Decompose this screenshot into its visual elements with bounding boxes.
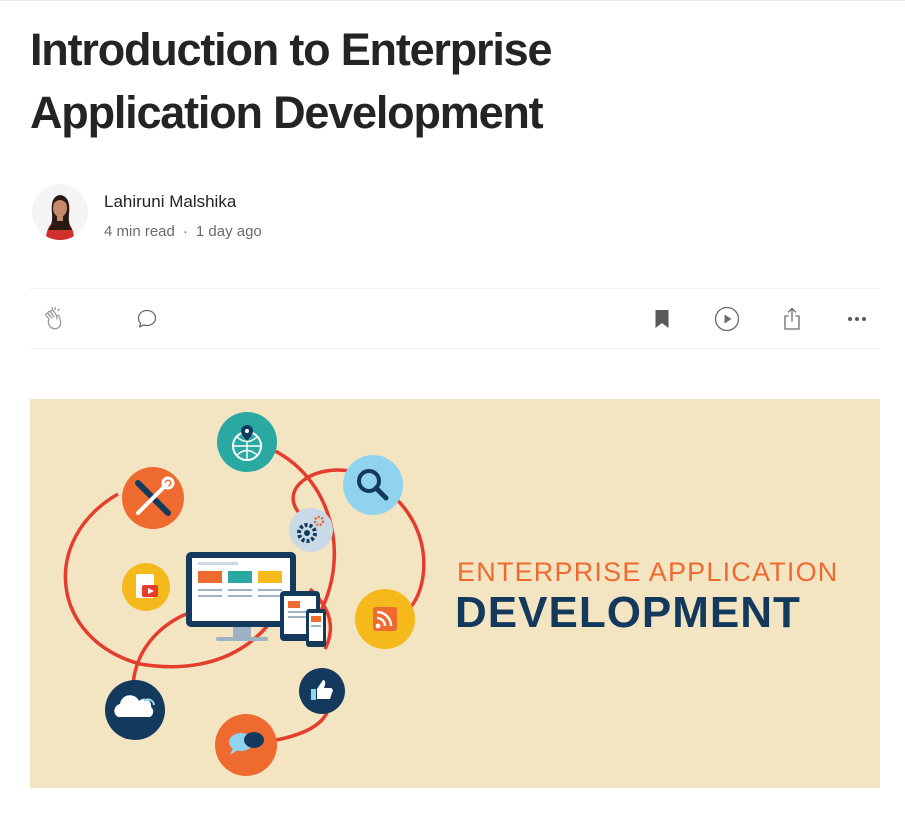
article-title: Introduction to Enterprise Application D… [30, 24, 553, 138]
comment-button[interactable] [134, 306, 160, 332]
hero-illustration: ENTERPRISE APPLICATION DEVELOPMENT [63, 412, 839, 776]
desktop-computer-icon [186, 552, 296, 641]
speech-bubble-icon [137, 309, 157, 328]
gears-icon [289, 508, 333, 552]
author-name[interactable]: Lahiruni Malshika [104, 192, 236, 212]
avatar-image [32, 184, 88, 240]
media-file-icon [122, 563, 170, 611]
mobile-devices-icon [280, 591, 326, 647]
action-bar-top-divider [30, 288, 880, 289]
hero-title: DEVELOPMENT [455, 588, 801, 637]
author-avatar[interactable] [32, 184, 88, 240]
search-icon [343, 455, 403, 515]
listen-button[interactable] [713, 305, 741, 333]
publish-date: 1 day ago [195, 223, 262, 240]
globe-location-icon [217, 412, 277, 472]
clap-icon [45, 306, 62, 330]
rss-feed-icon [355, 589, 415, 649]
share-button[interactable] [778, 304, 806, 334]
read-time: 4 min read [104, 223, 175, 240]
hero-subtitle: ENTERPRISE APPLICATION [457, 557, 839, 587]
bookmark-button[interactable] [650, 306, 674, 332]
action-bar-bottom-divider [30, 348, 880, 349]
meta-separator: · [182, 223, 188, 240]
clap-button[interactable] [40, 305, 70, 333]
chat-bubbles-icon [215, 714, 277, 776]
share-icon [784, 307, 800, 330]
thumbs-up-icon [299, 668, 345, 714]
hero-image: ENTERPRISE APPLICATION DEVELOPMENT [30, 399, 880, 788]
cloud-icon [105, 680, 165, 740]
tools-icon [122, 467, 184, 529]
article-meta: 4 min read · 1 day ago [104, 223, 262, 240]
more-horizontal-icon [848, 317, 866, 321]
top-border [0, 0, 905, 1]
more-button[interactable] [843, 306, 871, 332]
play-circle-icon [714, 306, 740, 332]
bookmark-icon [655, 310, 669, 328]
